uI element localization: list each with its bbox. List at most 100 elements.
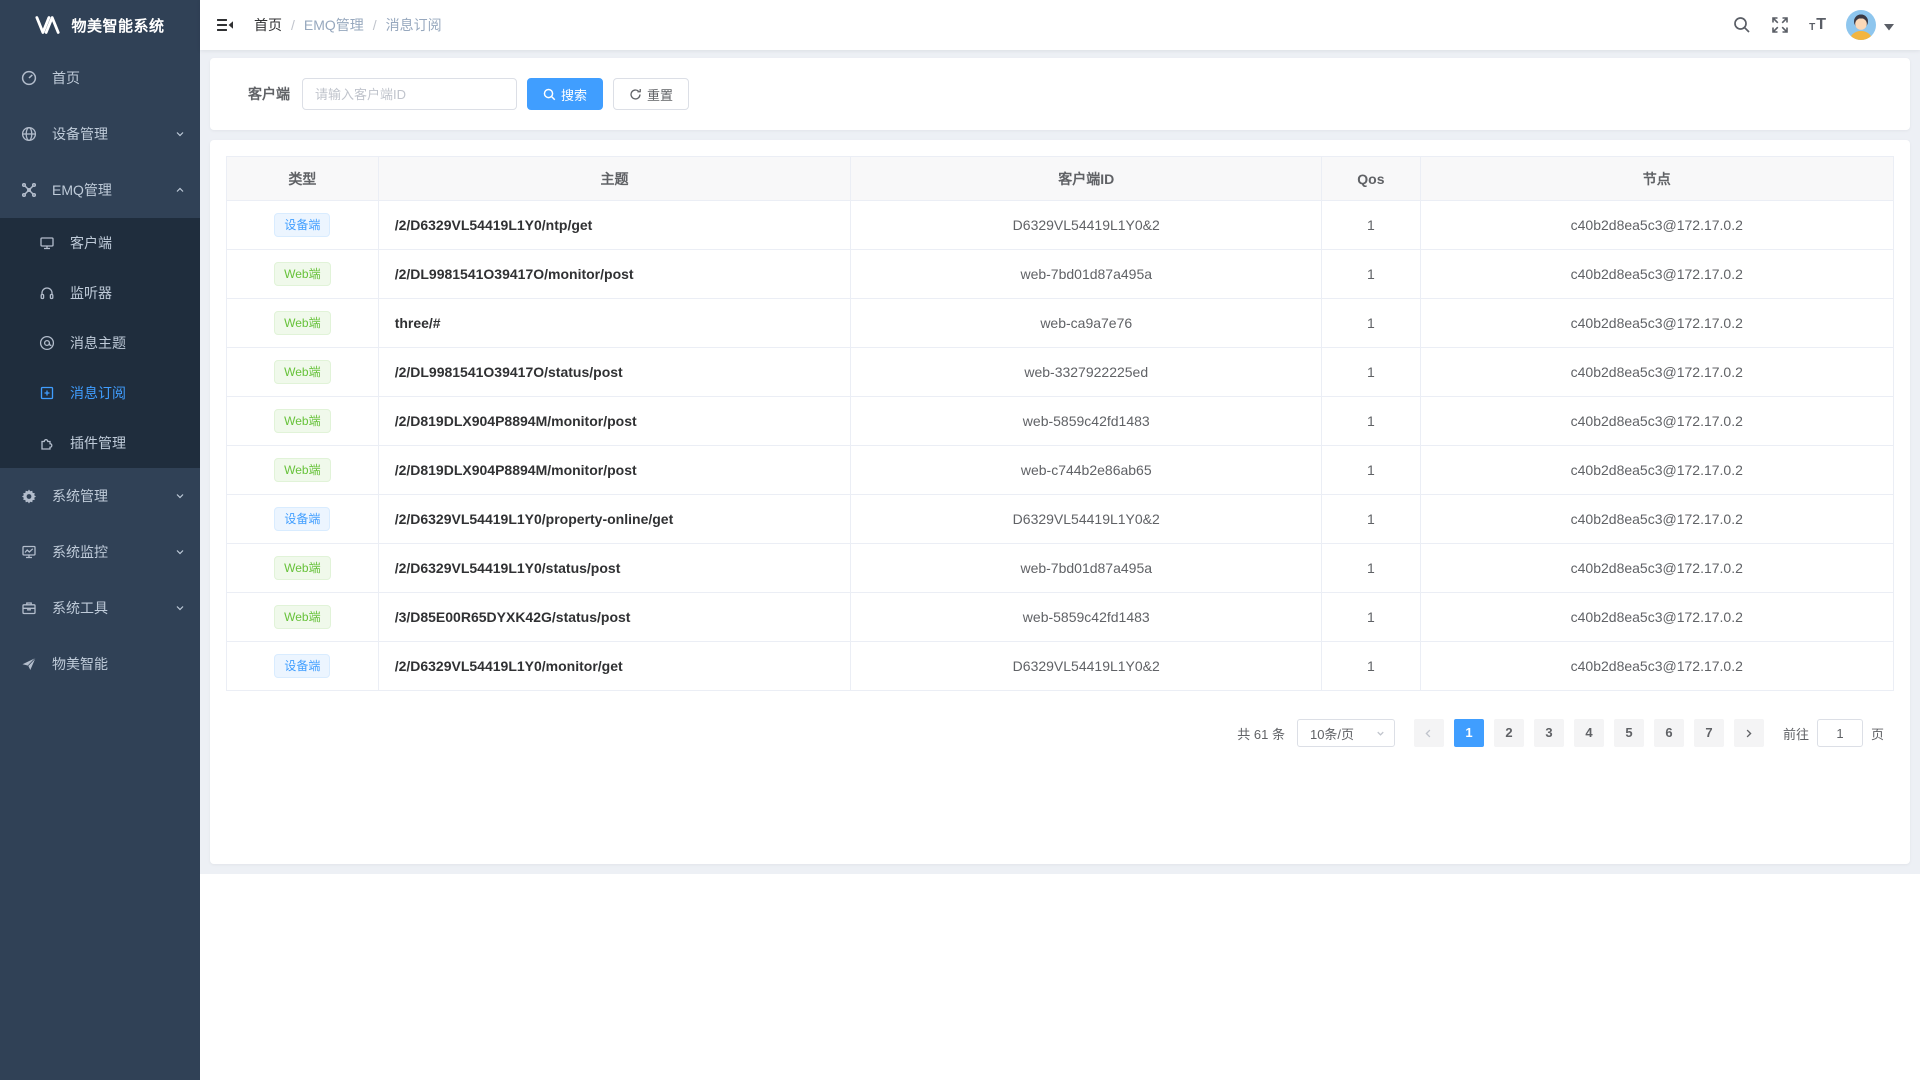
table-row: Web端/3/D85E00R65DYXK42G/status/postweb-5…: [227, 593, 1894, 642]
search-panel: 客户端 搜索 重置: [210, 58, 1910, 130]
chevron-down-icon: [174, 602, 186, 614]
client-id-cell: web-5859c42fd1483: [851, 397, 1322, 446]
page-button-2[interactable]: 2: [1494, 719, 1524, 747]
sidebar-item-emq-mgmt[interactable]: EMQ管理: [0, 162, 200, 218]
page-size-select[interactable]: 10条/页: [1297, 719, 1395, 747]
chevron-down-icon: [1375, 728, 1386, 739]
breadcrumb: 首页 / EMQ管理 / 消息订阅: [254, 15, 442, 35]
device-tag: 设备端: [274, 507, 330, 531]
type-cell: Web端: [227, 299, 379, 348]
sidebar-item-system-monitor[interactable]: 系统监控: [0, 524, 200, 580]
topic-cell: three/#: [378, 299, 851, 348]
sidebar-item-topic[interactable]: 消息主题: [0, 318, 200, 368]
page-button-3[interactable]: 3: [1534, 719, 1564, 747]
sidebar-item-system-mgmt[interactable]: 系统管理: [0, 468, 200, 524]
page-button-5[interactable]: 5: [1614, 719, 1644, 747]
node-cell: c40b2d8ea5c3@172.17.0.2: [1420, 299, 1893, 348]
sidebar-item-device-mgmt[interactable]: 设备管理: [0, 106, 200, 162]
client-id-cell: D6329VL54419L1Y0&2: [851, 201, 1322, 250]
paper-plane-icon: [20, 655, 38, 673]
table-row: 设备端/2/D6329VL54419L1Y0/property-online/g…: [227, 495, 1894, 544]
puzzle-icon: [38, 434, 56, 452]
total-count: 共 61 条: [1237, 724, 1285, 743]
prev-page-button[interactable]: [1414, 719, 1444, 747]
sidebar-item-label: EMQ管理: [52, 180, 174, 200]
node-cell: c40b2d8ea5c3@172.17.0.2: [1420, 593, 1893, 642]
node-cell: c40b2d8ea5c3@172.17.0.2: [1420, 544, 1893, 593]
font-size-icon[interactable]: TT: [1809, 17, 1826, 33]
page-jumper: 前往 页: [1783, 719, 1884, 747]
type-cell: 设备端: [227, 642, 379, 691]
logo-icon: [35, 15, 61, 35]
breadcrumb-home[interactable]: 首页: [254, 15, 282, 35]
client-id-input[interactable]: [302, 78, 517, 110]
app-logo[interactable]: 物美智能系统: [0, 0, 200, 50]
qos-cell: 1: [1322, 495, 1420, 544]
page-button-7[interactable]: 7: [1694, 719, 1724, 747]
node-cell: c40b2d8ea5c3@172.17.0.2: [1420, 495, 1893, 544]
sidebar-toggle-icon[interactable]: [216, 15, 236, 35]
chevron-down-icon: [174, 128, 186, 140]
search-button[interactable]: 搜索: [527, 78, 603, 110]
topic-cell: /3/D85E00R65DYXK42G/status/post: [378, 593, 851, 642]
avatar[interactable]: [1846, 10, 1876, 40]
web-tag: Web端: [274, 458, 330, 482]
client-id-cell: web-3327922225ed: [851, 348, 1322, 397]
sidebar-item-listener[interactable]: 监听器: [0, 268, 200, 318]
table-body: 设备端/2/D6329VL54419L1Y0/ntp/getD6329VL544…: [227, 201, 1894, 691]
table-row: Web端/2/D6329VL54419L1Y0/status/postweb-7…: [227, 544, 1894, 593]
node-cell: c40b2d8ea5c3@172.17.0.2: [1420, 446, 1893, 495]
page-button-1[interactable]: 1: [1454, 719, 1484, 747]
qos-cell: 1: [1322, 250, 1420, 299]
sidebar-item-label: 消息主题: [70, 333, 186, 353]
emq-submenu: 客户端 监听器 消息主题: [0, 218, 200, 468]
next-page-button[interactable]: [1734, 719, 1764, 747]
web-tag: Web端: [274, 262, 330, 286]
table-row: Web端three/#web-ca9a7e761c40b2d8ea5c3@172…: [227, 299, 1894, 348]
sidebar-item-plugin[interactable]: 插件管理: [0, 418, 200, 468]
sidebar-item-label: 消息订阅: [70, 383, 186, 403]
sidebar-item-subscription[interactable]: 消息订阅: [0, 368, 200, 418]
client-field-label: 客户端: [248, 84, 290, 104]
qos-cell: 1: [1322, 299, 1420, 348]
toolbox-icon: [20, 599, 38, 617]
sidebar-item-label: 设备管理: [52, 124, 174, 144]
sidebar-item-wumei-smart[interactable]: 物美智能: [0, 636, 200, 692]
chevron-up-icon: [174, 184, 186, 196]
sidebar-item-label: 物美智能: [52, 654, 186, 674]
subscription-table-panel: 类型 主题 客户端ID Qos 节点 设备端/2/D6329VL54419L1Y…: [210, 140, 1910, 864]
table-header-row: 类型 主题 客户端ID Qos 节点: [227, 157, 1894, 201]
sidebar-item-home[interactable]: 首页: [0, 50, 200, 106]
node-cell: c40b2d8ea5c3@172.17.0.2: [1420, 250, 1893, 299]
breadcrumb-emq: EMQ管理: [304, 15, 364, 35]
sidebar-item-client[interactable]: 客户端: [0, 218, 200, 268]
type-cell: Web端: [227, 593, 379, 642]
page-button-6[interactable]: 6: [1654, 719, 1684, 747]
search-icon[interactable]: [1733, 16, 1751, 34]
sidebar-item-label: 插件管理: [70, 433, 186, 453]
client-id-cell: web-ca9a7e76: [851, 299, 1322, 348]
topic-cell: /2/D819DLX904P8894M/monitor/post: [378, 397, 851, 446]
column-header-client-id: 客户端ID: [851, 157, 1322, 201]
page-button-4[interactable]: 4: [1574, 719, 1604, 747]
web-tag: Web端: [274, 360, 330, 384]
sidebar-item-label: 系统监控: [52, 542, 174, 562]
table-row: Web端/2/D819DLX904P8894M/monitor/postweb-…: [227, 446, 1894, 495]
app-layout: 物美智能系统 首页 设备管理: [0, 0, 1920, 1080]
column-header-node: 节点: [1420, 157, 1893, 201]
page-content: 客户端 搜索 重置: [200, 50, 1920, 874]
pagination: 共 61 条 10条/页 1234567 前: [226, 719, 1894, 747]
jump-page-input[interactable]: [1817, 719, 1863, 747]
sidebar-item-system-tools[interactable]: 系统工具: [0, 580, 200, 636]
column-header-qos: Qos: [1322, 157, 1420, 201]
reset-button[interactable]: 重置: [613, 78, 689, 110]
topic-at-icon: [38, 334, 56, 352]
pager-pages: 1234567: [1449, 719, 1729, 747]
type-cell: 设备端: [227, 495, 379, 544]
user-dropdown[interactable]: [1846, 10, 1894, 40]
column-header-type: 类型: [227, 157, 379, 201]
fullscreen-icon[interactable]: [1771, 16, 1789, 34]
web-tag: Web端: [274, 409, 330, 433]
qos-cell: 1: [1322, 201, 1420, 250]
type-cell: 设备端: [227, 201, 379, 250]
